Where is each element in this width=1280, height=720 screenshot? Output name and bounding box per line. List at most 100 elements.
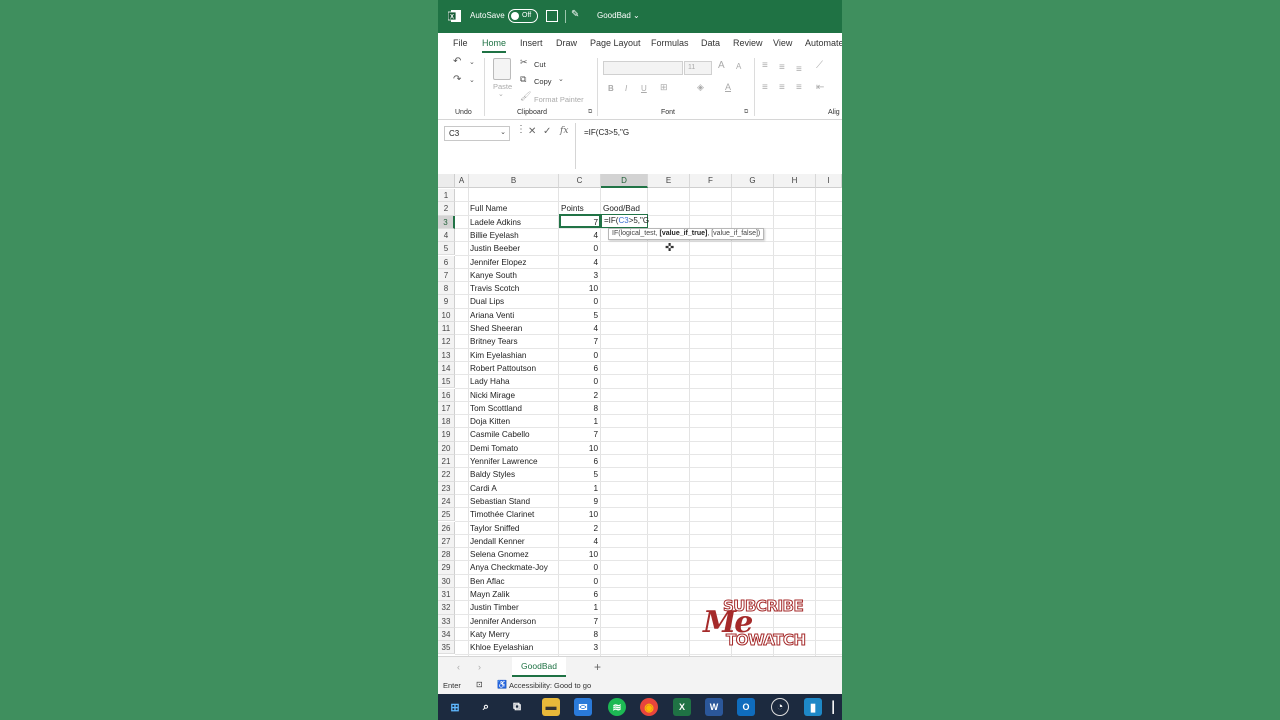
- cell-full-name[interactable]: Yennifer Lawrence: [470, 455, 556, 468]
- format-painter-icon[interactable]: 🖌: [520, 91, 531, 102]
- italic-icon[interactable]: I: [625, 84, 627, 93]
- row-header-3[interactable]: 3: [438, 215, 455, 229]
- cell-full-name[interactable]: Dual Lips: [470, 295, 556, 308]
- cell-points[interactable]: 3: [560, 269, 598, 282]
- cell-full-name[interactable]: Kanye South: [470, 269, 556, 282]
- accessibility-status[interactable]: Accessibility: Good to go: [509, 681, 591, 690]
- customize-icon[interactable]: ✎: [571, 9, 579, 20]
- mail-icon[interactable]: ✉: [574, 698, 592, 716]
- column-header-c[interactable]: C: [559, 174, 601, 188]
- row-header-4[interactable]: 4: [438, 228, 455, 243]
- cell-points[interactable]: 7: [560, 335, 598, 348]
- cell-full-name[interactable]: Tom Scottland: [470, 402, 556, 415]
- align-left-icon[interactable]: ≡: [762, 82, 768, 93]
- copy-dropdown-icon[interactable]: ⌄: [558, 75, 564, 83]
- bold-icon[interactable]: B: [608, 84, 614, 93]
- cell-full-name[interactable]: Katy Merry: [470, 628, 556, 641]
- row-header-19[interactable]: 19: [438, 428, 455, 442]
- cell-full-name[interactable]: Justin Timber: [470, 601, 556, 614]
- font-color-icon[interactable]: A: [725, 82, 731, 92]
- row-header-17[interactable]: 17: [438, 401, 455, 416]
- cell-full-name[interactable]: Taylor Sniffed: [470, 522, 556, 535]
- cell-points[interactable]: 6: [560, 362, 598, 375]
- app-taskbar-icon[interactable]: ▮: [804, 698, 822, 716]
- row-header-9[interactable]: 9: [438, 295, 455, 309]
- font-launcher-icon[interactable]: ⧉: [744, 109, 748, 116]
- name-box[interactable]: C3 ⌄: [444, 126, 510, 141]
- row-header-23[interactable]: 23: [438, 481, 455, 495]
- row-header-26[interactable]: 26: [438, 521, 455, 535]
- cell-points[interactable]: 5: [560, 309, 598, 322]
- format-painter-button[interactable]: Format Painter: [534, 95, 584, 104]
- column-header-a[interactable]: A: [455, 174, 469, 188]
- cut-icon[interactable]: ✂: [520, 57, 528, 68]
- outlook-taskbar-icon[interactable]: O: [737, 698, 755, 716]
- row-header-15[interactable]: 15: [438, 375, 455, 389]
- row-header-8[interactable]: 8: [438, 282, 455, 296]
- cell-points[interactable]: 2: [560, 522, 598, 535]
- row-header-5[interactable]: 5: [438, 242, 455, 256]
- row-header-18[interactable]: 18: [438, 415, 455, 429]
- row-header-12[interactable]: 12: [438, 335, 455, 349]
- cell-full-name[interactable]: Khloe Eyelashian: [470, 641, 556, 654]
- clipboard-launcher-icon[interactable]: ⧉: [588, 109, 592, 116]
- copy-icon[interactable]: ⧉: [520, 74, 526, 85]
- search-icon[interactable]: ⌕: [477, 698, 495, 716]
- row-header-27[interactable]: 27: [438, 534, 455, 549]
- active-cell-c3[interactable]: [559, 214, 601, 228]
- next-sheet-icon[interactable]: ›: [478, 662, 481, 672]
- function-tooltip[interactable]: IF(logical_test, [value_if_true], [value…: [608, 228, 765, 240]
- tab-automate[interactable]: Automate: [805, 38, 842, 48]
- cell-points[interactable]: 10: [560, 548, 598, 561]
- enter-icon[interactable]: ✓: [543, 126, 551, 137]
- column-header-e[interactable]: E: [648, 174, 690, 188]
- align-center-icon[interactable]: ≡: [779, 82, 785, 93]
- align-bottom-icon[interactable]: ≡: [796, 64, 802, 75]
- sheet-tab-goodbad[interactable]: GoodBad: [512, 657, 566, 677]
- borders-icon[interactable]: ⊞: [660, 82, 668, 93]
- row-header-11[interactable]: 11: [438, 322, 455, 336]
- cell-points[interactable]: 2: [560, 389, 598, 402]
- cell-full-name[interactable]: Demi Tomato: [470, 442, 556, 455]
- cell-points[interactable]: 5: [560, 468, 598, 481]
- cell-points[interactable]: 7: [560, 615, 598, 628]
- windows-start-icon[interactable]: ⊞: [446, 698, 464, 716]
- cell-full-name[interactable]: Cardi A: [470, 482, 556, 495]
- cell-points[interactable]: 7: [560, 428, 598, 441]
- word-taskbar-icon[interactable]: W: [705, 698, 723, 716]
- cell-points[interactable]: 3: [560, 641, 598, 654]
- cell-points[interactable]: 10: [560, 508, 598, 521]
- insert-function-icon[interactable]: fx: [560, 126, 568, 136]
- cell-points[interactable]: 1: [560, 482, 598, 495]
- row-header-28[interactable]: 28: [438, 548, 455, 562]
- macro-record-icon[interactable]: ⊡: [476, 680, 483, 689]
- redo-dropdown-icon[interactable]: ⌄: [469, 76, 475, 84]
- font-name-select[interactable]: [603, 61, 683, 75]
- cell-full-name[interactable]: Ariana Venti: [470, 309, 556, 322]
- cell-points[interactable]: 4: [560, 322, 598, 335]
- underline-icon[interactable]: U: [641, 84, 647, 93]
- row-header-1[interactable]: 1: [438, 189, 455, 203]
- excel-taskbar-icon[interactable]: X: [673, 698, 691, 716]
- orientation-icon[interactable]: ⟋: [816, 60, 823, 71]
- redo-icon[interactable]: ↷: [453, 74, 461, 85]
- row-header-32[interactable]: 32: [438, 601, 455, 615]
- row-header-16[interactable]: 16: [438, 388, 455, 402]
- column-header-f[interactable]: F: [690, 174, 732, 188]
- overflow-icon[interactable]: ▏: [832, 698, 842, 716]
- save-icon[interactable]: [546, 10, 558, 22]
- tab-page-layout[interactable]: Page Layout: [590, 38, 641, 48]
- row-header-14[interactable]: 14: [438, 361, 455, 376]
- row-header-24[interactable]: 24: [438, 494, 455, 509]
- row-header-30[interactable]: 30: [438, 574, 455, 588]
- cell-full-name[interactable]: Jendall Kenner: [470, 535, 556, 548]
- row-header-25[interactable]: 25: [438, 508, 455, 522]
- editing-cell-d3[interactable]: =IF(C3>5,"G: [601, 214, 649, 228]
- copy-button[interactable]: Copy: [534, 77, 552, 86]
- spotify-icon[interactable]: ≋: [608, 698, 626, 716]
- align-top-icon[interactable]: ≡: [762, 60, 768, 71]
- tab-draw[interactable]: Draw: [556, 38, 577, 48]
- name-box-dropdown-icon[interactable]: ⌄: [500, 128, 506, 136]
- cell-points[interactable]: 9: [560, 495, 598, 508]
- tab-file[interactable]: File: [453, 38, 468, 48]
